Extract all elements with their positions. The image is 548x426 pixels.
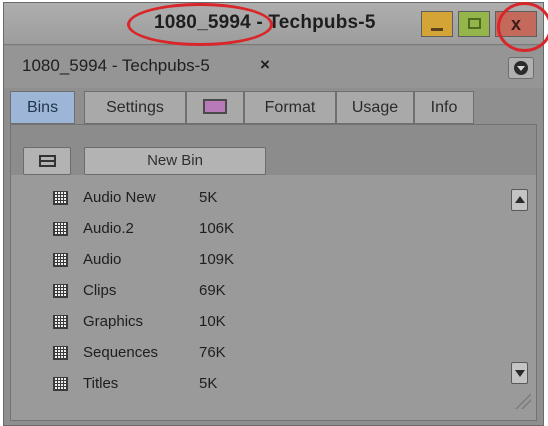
fast-menu-icon xyxy=(514,61,528,75)
bin-size: 69K xyxy=(199,282,226,299)
minimize-icon xyxy=(431,28,443,31)
tab-format[interactable]: Format xyxy=(244,91,336,124)
title-bar[interactable]: 1080_5994 - Techpubs-5 x xyxy=(4,3,543,45)
list-item[interactable]: Audio 109K xyxy=(11,244,511,275)
bin-size: 5K xyxy=(199,189,218,206)
bin-size: 76K xyxy=(199,344,226,361)
bin-name: Audio New xyxy=(83,189,156,206)
bin-tab-bar: 1080_5994 - Techpubs-5 × xyxy=(4,46,543,88)
minimize-button[interactable] xyxy=(421,11,453,37)
bins-window: 1080_5994 - Techpubs-5 x 1080_5994 - Tec… xyxy=(3,2,544,426)
color-swatch-icon xyxy=(203,98,227,114)
bin-name: Audio.2 xyxy=(83,220,134,237)
bin-list: Audio New 5K Audio.2 106K Audio 109K Cli… xyxy=(11,175,536,420)
tab-color[interactable] xyxy=(186,91,244,124)
tab-bins[interactable]: Bins xyxy=(10,91,75,124)
bin-name: Sequences xyxy=(83,344,159,361)
bin-name: Graphics xyxy=(83,313,144,330)
tab-info[interactable]: Info xyxy=(414,91,474,124)
scroll-down-button[interactable] xyxy=(511,362,528,384)
bin-icon xyxy=(53,377,68,391)
list-item[interactable]: Audio.2 106K xyxy=(11,213,511,244)
bin-name: Clips xyxy=(83,282,117,299)
tab-usage[interactable]: Usage xyxy=(336,91,414,124)
bin-icon xyxy=(53,191,68,205)
tab-close-icon[interactable]: × xyxy=(260,55,270,75)
bin-size: 109K xyxy=(199,251,235,268)
bin-name: Titles xyxy=(83,375,119,392)
bin-icon xyxy=(53,222,68,236)
title-highlight-oval xyxy=(127,3,273,46)
bin-icon xyxy=(53,315,68,329)
list-item[interactable]: Clips 69K xyxy=(11,275,511,306)
close-highlight-oval xyxy=(497,2,548,52)
tab-settings[interactable]: Settings xyxy=(84,91,186,124)
bin-name: Audio xyxy=(83,251,122,268)
bin-size: 106K xyxy=(199,220,235,237)
maximize-icon xyxy=(468,18,481,29)
list-item[interactable]: Sequences 76K xyxy=(11,337,511,368)
maximize-button[interactable] xyxy=(458,11,490,37)
resize-grip-icon[interactable] xyxy=(513,391,531,409)
bin-tab-label[interactable]: 1080_5994 - Techpubs-5 xyxy=(22,56,210,76)
view-toggle-button[interactable] xyxy=(23,147,71,175)
bin-size: 5K xyxy=(199,375,218,392)
bin-icon xyxy=(53,284,68,298)
fast-menu-button[interactable] xyxy=(508,57,534,79)
list-item[interactable]: Audio New 5K xyxy=(11,182,511,213)
bin-icon xyxy=(53,346,68,360)
list-item[interactable]: Titles 5K xyxy=(11,368,511,399)
bins-toolbar: New Bin xyxy=(11,125,536,175)
list-view-icon xyxy=(39,155,56,167)
bin-size: 10K xyxy=(199,313,226,330)
list-item[interactable]: Graphics 10K xyxy=(11,306,511,337)
bins-panel: New Bin Audio New 5K Audio.2 106K Audio … xyxy=(10,124,537,421)
scroll-up-button[interactable] xyxy=(511,189,528,211)
new-bin-button[interactable]: New Bin xyxy=(84,147,266,175)
bin-icon xyxy=(53,253,68,267)
